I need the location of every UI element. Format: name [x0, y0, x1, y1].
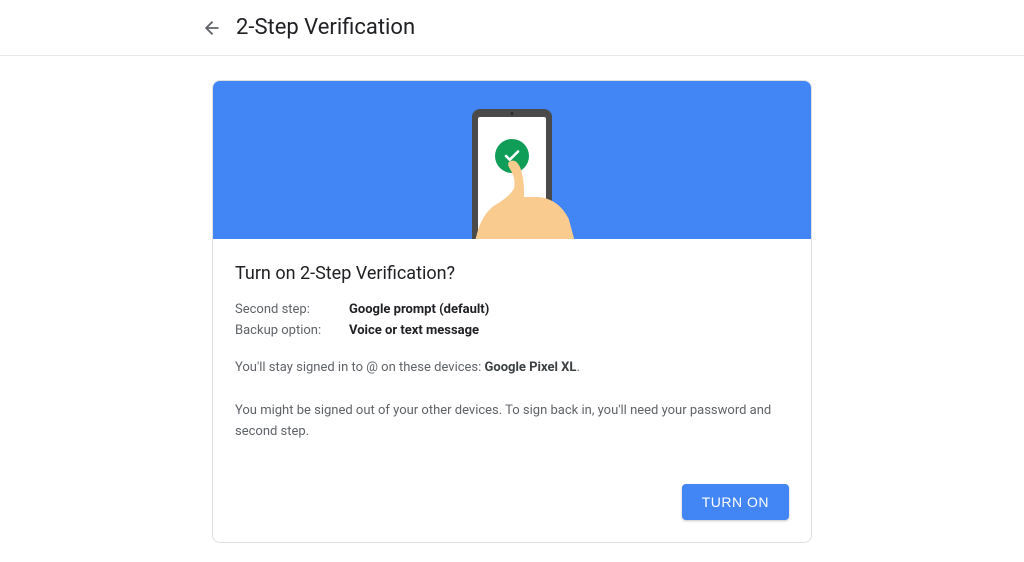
backup-option-label: Backup option: — [235, 323, 349, 338]
back-arrow-icon[interactable] — [200, 16, 224, 40]
turn-on-button[interactable]: TURN ON — [682, 484, 789, 520]
backup-option-row: Backup option: Voice or text message — [235, 323, 789, 338]
card-content: Turn on 2-Step Verification? Second step… — [213, 239, 811, 542]
signout-note: You might be signed out of your other de… — [235, 401, 789, 443]
page-header: 2-Step Verification — [0, 0, 1024, 56]
phone-screen — [478, 117, 546, 239]
second-step-value: Google prompt (default) — [349, 302, 489, 317]
page-title: 2-Step Verification — [236, 15, 415, 40]
second-step-label: Second step: — [235, 302, 349, 317]
hero-illustration — [213, 81, 811, 239]
signed-in-email: @ — [366, 360, 378, 375]
action-row: TURN ON — [235, 484, 789, 520]
check-circle-icon — [495, 139, 529, 173]
backup-option-value: Voice or text message — [349, 323, 479, 338]
verification-card: Turn on 2-Step Verification? Second step… — [212, 80, 812, 543]
signed-in-text: You'll stay signed in to @ on these devi… — [235, 358, 789, 379]
phone-illustration — [472, 109, 552, 239]
signed-in-prefix: You'll stay signed in to — [235, 360, 366, 375]
signed-in-device: Google Pixel XL — [485, 360, 577, 375]
second-step-row: Second step: Google prompt (default) — [235, 302, 789, 317]
card-heading: Turn on 2-Step Verification? — [235, 263, 789, 284]
signed-in-middle: on these devices: — [381, 360, 484, 375]
signed-in-suffix: . — [576, 360, 579, 375]
